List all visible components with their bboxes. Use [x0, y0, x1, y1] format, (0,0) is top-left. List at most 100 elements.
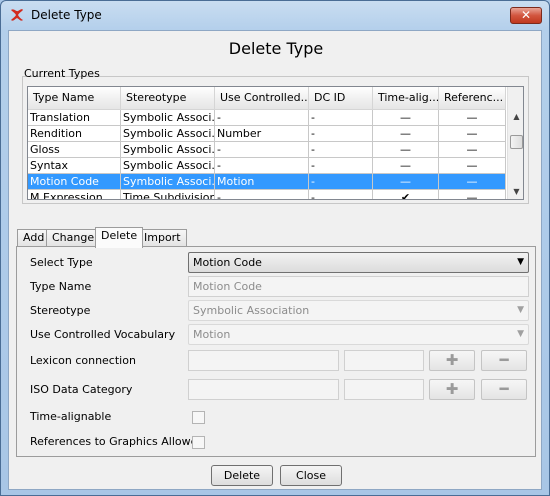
lexicon-add-button[interactable]: ✚	[429, 350, 475, 371]
column-header[interactable]: Type Name	[28, 87, 121, 110]
table-row-selected[interactable]: Motion Code Symbolic Associ... Motion - …	[28, 174, 506, 190]
types-table[interactable]: Type Name Stereotype Use Controlled... D…	[27, 86, 524, 200]
tab-delete[interactable]: Delete	[95, 227, 144, 248]
cell-time-alignable: ✔	[373, 190, 439, 199]
scroll-thumb[interactable]	[510, 135, 523, 149]
cell-stereotype: Symbolic Associ...	[121, 158, 215, 174]
cell-dc-id: -	[309, 142, 373, 158]
cell-references: —	[439, 126, 506, 142]
cell-controlled-vocab: Motion	[215, 174, 309, 190]
cell-references: —	[439, 190, 506, 199]
cell-dc-id: -	[309, 126, 373, 142]
cell-references: —	[439, 142, 506, 158]
cell-dc-id: -	[309, 158, 373, 174]
delete-type-window: Delete Type ✕ Delete Type Current Types …	[0, 0, 550, 496]
table-row[interactable]: M Expression Time Subdivision - - ✔ —	[28, 190, 506, 199]
cell-type-name: Syntax	[28, 158, 121, 174]
controlled-vocab-label: Use Controlled Vocabulary	[30, 328, 176, 341]
column-header[interactable]: Stereotype	[121, 87, 215, 110]
delete-tab-panel: Select Type Motion Code ▼ Type Name Moti…	[16, 246, 536, 457]
tab-import[interactable]: Import	[138, 229, 187, 247]
scroll-up-icon[interactable]: ▲	[508, 109, 523, 124]
cell-stereotype: Symbolic Associ...	[121, 174, 215, 190]
window-title: Delete Type	[31, 8, 102, 22]
cell-type-name: Translation	[28, 110, 121, 126]
table-scrollbar[interactable]: ▲ ▼	[507, 87, 523, 199]
cell-time-alignable: —	[373, 126, 439, 142]
table-row[interactable]: Translation Symbolic Associ... - - — —	[28, 110, 506, 126]
table-row[interactable]: Gloss Symbolic Associ... - - — —	[28, 142, 506, 158]
time-alignable-label: Time-alignable	[30, 410, 112, 423]
cell-controlled-vocab: -	[215, 190, 309, 199]
cell-stereotype: Symbolic Associ...	[121, 142, 215, 158]
cell-time-alignable: —	[373, 158, 439, 174]
tab-change[interactable]: Change	[46, 229, 101, 247]
cell-references: —	[439, 158, 506, 174]
references-graphics-label: References to Graphics Allowed	[30, 435, 205, 448]
lexicon-connection-field[interactable]	[188, 350, 339, 371]
app-icon	[11, 9, 23, 21]
cell-time-alignable: —	[373, 142, 439, 158]
table-row[interactable]: Syntax Symbolic Associ... - - — —	[28, 158, 506, 174]
minus-icon: ━	[499, 351, 509, 369]
cell-type-name: M Expression	[28, 190, 121, 199]
iso-data-category-label: ISO Data Category	[30, 383, 133, 396]
dropdown-arrow-icon: ▼	[517, 305, 524, 315]
type-name-field[interactable]: Motion Code	[188, 276, 529, 297]
time-alignable-checkbox[interactable]	[192, 411, 205, 424]
cell-time-alignable: —	[373, 174, 439, 190]
dialog-heading: Delete Type	[228, 39, 324, 58]
close-button[interactable]: Close	[280, 465, 342, 486]
select-type-label: Select Type	[30, 256, 93, 269]
minus-icon: ━	[499, 380, 509, 398]
select-type-dropdown[interactable]: Motion Code ▼	[188, 252, 529, 273]
cell-dc-id: -	[309, 110, 373, 126]
column-header[interactable]: Use Controlled...	[215, 87, 309, 110]
cell-type-name: Gloss	[28, 142, 121, 158]
dialog-body: Delete Type Current Types Type Name Ster…	[8, 30, 542, 490]
cell-type-name: Motion Code	[28, 174, 121, 190]
select-type-value: Motion Code	[193, 256, 262, 269]
lexicon-connection-label: Lexicon connection	[30, 354, 136, 367]
title-bar[interactable]: Delete Type ✕	[1, 1, 549, 29]
controlled-vocab-value: Motion	[193, 328, 231, 341]
type-name-label: Type Name	[30, 280, 92, 293]
delete-button[interactable]: Delete	[211, 465, 273, 486]
cell-controlled-vocab: Number	[215, 126, 309, 142]
column-header[interactable]: Referenc...	[439, 87, 506, 110]
stereotype-value: Symbolic Association	[193, 304, 310, 317]
references-graphics-checkbox[interactable]	[192, 436, 205, 449]
cell-stereotype: Time Subdivision	[121, 190, 215, 199]
controlled-vocab-dropdown[interactable]: Motion ▼	[188, 324, 529, 345]
column-header[interactable]: Time-alig...	[373, 87, 439, 110]
iso-remove-button[interactable]: ━	[481, 379, 527, 400]
cell-references: —	[439, 174, 506, 190]
lexicon-remove-button[interactable]: ━	[481, 350, 527, 371]
dropdown-arrow-icon: ▼	[517, 329, 524, 339]
table-header: Type Name Stereotype Use Controlled... D…	[28, 87, 506, 110]
cell-controlled-vocab: -	[215, 142, 309, 158]
cell-controlled-vocab: -	[215, 110, 309, 126]
cell-stereotype: Symbolic Associ...	[121, 126, 215, 142]
iso-data-category-id-field[interactable]	[344, 379, 424, 400]
cell-references: —	[439, 110, 506, 126]
iso-add-button[interactable]: ✚	[429, 379, 475, 400]
column-header[interactable]: DC ID	[309, 87, 373, 110]
current-types-label: Current Types	[24, 67, 100, 80]
cell-type-name: Rendition	[28, 126, 121, 142]
stereotype-dropdown[interactable]: Symbolic Association ▼	[188, 300, 529, 321]
scroll-down-icon[interactable]: ▼	[508, 184, 523, 199]
plus-icon: ✚	[445, 351, 459, 369]
iso-data-category-field[interactable]	[188, 379, 339, 400]
lexicon-entry-field[interactable]	[344, 350, 424, 371]
cell-stereotype: Symbolic Associ...	[121, 110, 215, 126]
cell-dc-id: -	[309, 190, 373, 199]
stereotype-label: Stereotype	[30, 304, 91, 317]
cell-controlled-vocab: -	[215, 158, 309, 174]
plus-icon: ✚	[445, 380, 459, 398]
cell-time-alignable: —	[373, 110, 439, 126]
window-close-button[interactable]: ✕	[510, 7, 542, 24]
dropdown-arrow-icon: ▼	[517, 257, 524, 267]
table-row[interactable]: Rendition Symbolic Associ... Number - — …	[28, 126, 506, 142]
cell-dc-id: -	[309, 174, 373, 190]
